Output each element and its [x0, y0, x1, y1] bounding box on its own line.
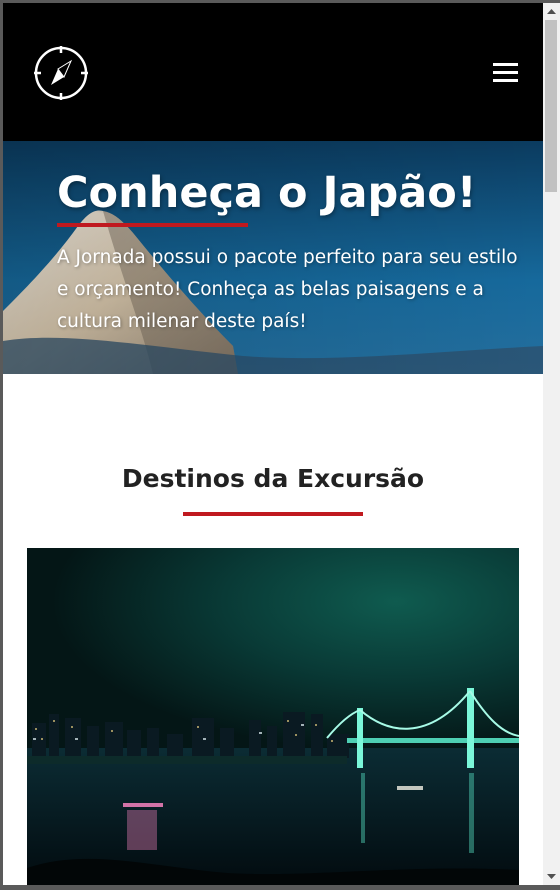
section-title: Destinos da Excursão [121, 464, 425, 493]
scrollbar-thumb[interactable] [545, 20, 557, 192]
section-title-underline [183, 512, 363, 516]
arrow-down-icon[interactable] [543, 868, 560, 885]
hamburger-menu-icon[interactable] [493, 63, 519, 83]
hero-title: Conheça o Japão! [57, 168, 477, 218]
hero-title-underline [57, 223, 248, 227]
arrow-up-icon[interactable] [543, 3, 560, 20]
vertical-scrollbar[interactable] [543, 3, 560, 885]
page: Conheça o Japão! A Jornada possui o paco… [3, 3, 543, 885]
site-header [3, 3, 543, 141]
hero-description: A Jornada possui o pacote perfeito para … [57, 247, 518, 332]
hero-banner: Conheça o Japão! A Jornada possui o paco… [3, 141, 543, 374]
tokyo-rainbow-bridge-night-photo[interactable] [27, 548, 519, 885]
compass-icon[interactable] [33, 45, 89, 101]
